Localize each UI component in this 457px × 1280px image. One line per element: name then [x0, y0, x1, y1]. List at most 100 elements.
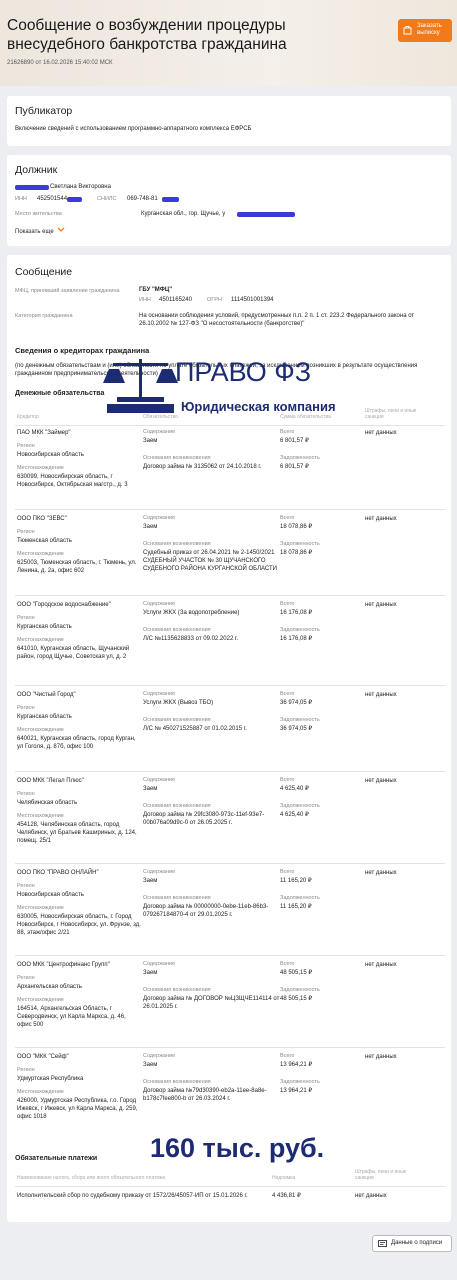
scales-icon	[103, 359, 178, 413]
obligation-fines: нет данных	[365, 1054, 397, 1060]
obligation-fines: нет данных	[365, 692, 397, 698]
obligation-fines: нет данных	[365, 516, 397, 522]
creditor-name: ПАО МКК "Займер"	[17, 430, 71, 436]
mandatory-title: Обязательные платежи	[15, 1155, 98, 1162]
signature-data-button[interactable]: Данные о подписи	[372, 1235, 452, 1252]
divider	[15, 771, 445, 772]
obligation-total: 13 964,21 ₽	[280, 1062, 313, 1068]
watermark-subtitle: Юридическая компания	[181, 399, 336, 414]
creditor-name: ООО "Городское водоснабжение"	[17, 602, 111, 608]
divider	[15, 1047, 445, 1048]
creditor-row: ООО "Чистый Город" Регион Курганская облас…	[17, 691, 447, 775]
creditor-name: ООО МКК "Легал Плюс"	[17, 778, 84, 784]
show-more-link[interactable]: Показать еще	[15, 227, 65, 236]
creditors-title: Сведения о кредиторах гражданина	[15, 346, 150, 355]
content-label: Содержание	[143, 429, 176, 435]
obligation-debt: 48 505,15 ₽	[280, 996, 313, 1002]
obligation-content: Заем	[143, 970, 158, 976]
creditor-region: Удмуртская Республика	[17, 1076, 84, 1082]
col-mandatory-fines: Штрафы, пени и иные санкции	[355, 1169, 407, 1181]
total-label: Всего	[280, 691, 295, 697]
basis-label: Основания возникновения	[143, 455, 211, 461]
snils-label: СНИЛС	[97, 196, 117, 202]
location-label: Местонахождение	[17, 637, 64, 643]
obligation-debt: 13 964,21 ₽	[280, 1088, 313, 1094]
monetary-title: Денежные обязательства	[15, 390, 105, 397]
page-header: Сообщение о возбуждении процедуры внесуд…	[0, 0, 457, 86]
obligation-debt: 16 176,08 ₽	[280, 636, 313, 642]
obligation-fines: нет данных	[365, 962, 397, 968]
creditor-address: 454128, Челябинская область, город Челяб…	[17, 822, 137, 844]
debt-label: Задолженность	[280, 1079, 320, 1085]
creditor-address: 641010, Курганская область, Щучанский ра…	[17, 646, 130, 660]
location-label: Местонахождение	[17, 997, 64, 1003]
watermark-logo: ПРАВО ФЗ Юридическая компания	[103, 355, 353, 420]
debt-label: Задолженность	[280, 627, 320, 633]
creditor-name: ООО ПКО "ПРАВО ОНЛАЙН"	[17, 870, 99, 876]
mandatory-fines: нет данных	[355, 1193, 387, 1199]
debtor-inn: 452501544	[37, 196, 68, 202]
mandatory-name: Исполнительский сбор по судебному приказ…	[17, 1193, 248, 1199]
content-label: Содержание	[143, 961, 176, 967]
content-label: Содержание	[143, 691, 176, 697]
creditor-region: Новосибирская область	[17, 452, 84, 458]
publisher-text: Включение сведений с использованием прог…	[15, 126, 252, 132]
order-extract-button[interactable]: Заказать выписку	[398, 19, 452, 42]
obligation-basis: Договор займа №79d30390-eb2a-11ee-8a8e-b…	[143, 1088, 267, 1102]
debtor-title: Должник	[15, 164, 58, 176]
divider	[15, 685, 445, 686]
order-extract-label: Заказать выписку	[417, 23, 442, 36]
mfc-inn: 4501165240	[159, 297, 192, 303]
redaction-mark	[237, 212, 295, 217]
obligation-basis: Л/С № 450271525887 от 01.02.2015 г.	[143, 726, 247, 732]
debtor-residence: Курганская обл., гор. Щучье, у	[141, 211, 226, 217]
obligation-basis: Судебный приказ от 26.04.2021 № 2-1450/2…	[143, 550, 277, 572]
obligation-content: Заем	[143, 524, 158, 530]
col-arrears: Недоимка	[272, 1175, 296, 1181]
redaction-mark	[15, 185, 49, 190]
region-label: Регион	[17, 529, 35, 535]
residence-label: Место жительства	[15, 211, 62, 217]
page-title: Сообщение о возбуждении процедуры внесуд…	[7, 17, 287, 53]
creditor-name: ООО ПКО "ЗЕВС"	[17, 516, 67, 522]
location-label: Местонахождение	[17, 551, 64, 557]
obligation-fines: нет данных	[365, 870, 397, 876]
debtor-card: Должник Светлана Викторовна ИНН 45250154…	[7, 155, 451, 246]
inn-label: ИНН	[15, 196, 27, 202]
obligation-total: 18 078,86 ₽	[280, 524, 313, 530]
divider	[15, 863, 445, 864]
obligation-debt: 6 801,57 ₽	[280, 464, 309, 470]
obligation-basis: Договор займа № 3135062 от 24.10.2018 г.	[143, 464, 262, 470]
obligation-content: Заем	[143, 1062, 158, 1068]
debtor-snils: 069-748-81	[127, 196, 158, 202]
creditor-region: Челябинская область	[17, 800, 78, 806]
region-label: Регион	[17, 1067, 35, 1073]
mfc-label: МФЦ, принявший заявление гражданина	[15, 288, 120, 294]
creditor-row: ООО "Городское водоснабжение" Регион Курга…	[17, 601, 447, 685]
obligation-basis: Договор займа № ДОГОВОР №ЦЗЩЧЕ114114 от …	[143, 996, 280, 1010]
obligation-total: 36 974,05 ₽	[280, 700, 313, 706]
basis-label: Основания возникновения	[143, 803, 211, 809]
location-label: Местонахождение	[17, 813, 64, 819]
creditor-row: ООО "МКК "Сейф" Регион Удмуртская Республи…	[17, 1053, 447, 1137]
mfc-name: ГБУ "МФЦ"	[139, 287, 173, 293]
obligation-fines: нет данных	[365, 602, 397, 608]
category-label: Категория гражданина	[15, 313, 73, 319]
obligation-basis: Договор займа № 00000000-0ebe-11eb-86b3-…	[143, 904, 269, 918]
creditor-row: ПАО МКК "Займер" Регион Новосибирская обла…	[17, 429, 447, 513]
obligation-fines: нет данных	[365, 778, 397, 784]
obligation-total: 6 801,57 ₽	[280, 438, 309, 444]
total-label: Всего	[280, 961, 295, 967]
creditor-address: 164514, Архангельская Область, г Северод…	[17, 1006, 126, 1028]
location-label: Местонахождение	[17, 1089, 64, 1095]
content-label: Содержание	[143, 869, 176, 875]
obligation-debt: 11 165,20 ₽	[280, 904, 312, 910]
cart-icon	[403, 26, 412, 35]
obligation-content: Заем	[143, 786, 158, 792]
obligation-total: 11 165,20 ₽	[280, 878, 312, 884]
divider	[15, 595, 445, 596]
mandatory-arrears: 4 436,81 ₽	[272, 1193, 301, 1199]
creditor-address: 640021, Курганская область, город Курган…	[17, 736, 136, 750]
total-label: Всего	[280, 601, 295, 607]
location-label: Местонахождение	[17, 465, 64, 471]
